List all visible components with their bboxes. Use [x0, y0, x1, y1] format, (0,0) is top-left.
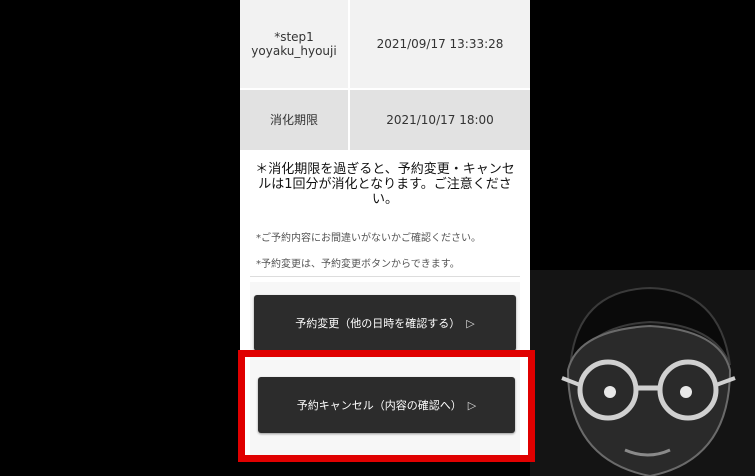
step-label-text: *step1 yoyaku_hyouji [251, 30, 337, 58]
step-label: *step1 yoyaku_hyouji [240, 0, 348, 88]
play-outline-icon: ▷ [466, 316, 475, 330]
expiry-label: 消化期限 [240, 90, 348, 150]
change-note: *予約変更は、予約変更ボタンからできます。 [256, 259, 460, 270]
character-illustration [530, 270, 755, 476]
highlight-box [238, 350, 535, 462]
timestamp-value: 2021/09/17 13:33:28 [350, 0, 530, 88]
change-reservation-button[interactable]: 予約変更（他の日時を確認する） ▷ [254, 295, 516, 351]
table-row: *step1 yoyaku_hyouji 2021/09/17 13:33:28 [240, 0, 530, 88]
confirm-note: *ご予約内容にお間違いがないかご確認ください。 [256, 233, 481, 244]
expiry-value-text: 2021/10/17 18:00 [386, 113, 494, 127]
divider [250, 276, 520, 277]
glasses-person-illustration-icon [530, 270, 755, 476]
timestamp-text: 2021/09/17 13:33:28 [376, 37, 504, 51]
table-row: 消化期限 2021/10/17 18:00 [240, 90, 530, 150]
expiry-label-text: 消化期限 [269, 113, 318, 127]
expiry-notice: ＊消化期限を過ぎると、予約変更・キャンセルは1回分が消化となります。ご注意くださ… [255, 162, 515, 207]
expiry-value: 2021/10/17 18:00 [350, 90, 530, 150]
change-reservation-label: 予約変更（他の日時を確認する） [295, 317, 461, 330]
